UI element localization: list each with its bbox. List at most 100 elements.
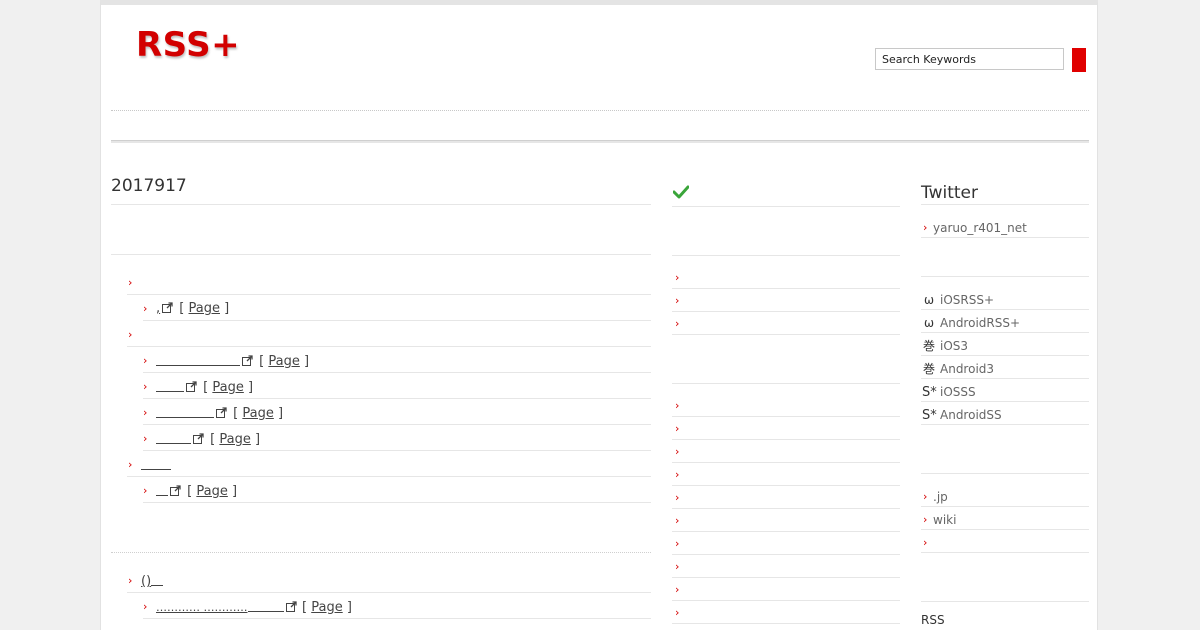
row-divider [143, 398, 651, 399]
row-divider [921, 552, 1089, 553]
chevron-right-icon: › [923, 221, 928, 234]
page-link[interactable]: Page [311, 600, 342, 615]
chevron-right-icon: › [675, 422, 680, 435]
app-label: iOSRSS+ [940, 293, 995, 307]
chevron-right-icon: › [675, 514, 680, 527]
middle-divider [672, 383, 900, 384]
row-divider [672, 600, 900, 601]
app-label: Android3 [940, 362, 995, 376]
page-link[interactable]: Page [196, 484, 227, 499]
chevron-right-icon: › [128, 328, 133, 341]
external-link-icon[interactable] [160, 301, 175, 316]
page-title: 2017917 [111, 176, 187, 196]
external-link-icon[interactable] [191, 432, 206, 447]
middle-divider [672, 255, 900, 256]
row-divider [921, 378, 1089, 379]
external-link-icon[interactable] [184, 380, 199, 395]
row-divider [921, 237, 1089, 238]
feed-item-link[interactable] [156, 483, 168, 496]
app-icon: 巻 [922, 362, 935, 376]
page-link[interactable]: Page [189, 301, 220, 316]
row-divider [921, 355, 1089, 356]
row-divider [127, 592, 651, 593]
chevron-right-icon: › [675, 317, 680, 330]
chevron-right-icon: › [923, 536, 928, 549]
feed-group-title[interactable] [141, 457, 171, 474]
row-divider [921, 506, 1089, 507]
page-link[interactable]: Page [212, 380, 243, 395]
feed-item: [ Page ] [156, 431, 260, 448]
twitter-account-link[interactable]: yaruo_r401_net [933, 221, 1027, 235]
app-icon: 巻 [922, 339, 935, 353]
feed-item-link[interactable] [156, 405, 214, 418]
app-link[interactable]: S* iOSSS [922, 385, 976, 400]
middle-title-underline [672, 206, 900, 207]
row-divider [143, 450, 651, 451]
row-divider [672, 508, 900, 509]
page-link[interactable]: Page [242, 406, 273, 421]
row-divider [672, 531, 900, 532]
chevron-right-icon: › [143, 302, 148, 315]
feed-group-title[interactable]: () [141, 573, 164, 590]
app-link[interactable]: 巻 Android3 [922, 362, 994, 376]
row-divider [143, 424, 651, 425]
sidebar-link[interactable]: .jp [933, 490, 948, 504]
sidebar-title-underline [921, 204, 1089, 205]
app-link[interactable]: S* AndroidSS [922, 408, 1002, 423]
app-link[interactable]: 巻 iOS3 [922, 339, 968, 353]
external-link-icon[interactable] [214, 406, 229, 421]
feed-item-link[interactable]: ………… ………… [156, 601, 248, 614]
sidebar-divider [921, 276, 1089, 277]
header-divider [111, 110, 1089, 111]
app-link[interactable]: ω iOSRSS+ [922, 293, 994, 307]
sidebar-link[interactable]: wiki [933, 513, 956, 527]
external-link-icon[interactable] [168, 484, 183, 499]
app-label: AndroidSS [940, 408, 1002, 422]
page-link[interactable]: Page [219, 432, 250, 447]
row-divider [921, 401, 1089, 402]
section-divider [111, 254, 651, 255]
sidebar-divider [921, 473, 1089, 474]
row-divider [921, 424, 1089, 425]
row-divider [921, 529, 1089, 530]
app-label: iOS3 [940, 339, 969, 353]
app-label: iOSSS [940, 385, 976, 399]
app-label: AndroidRSS+ [940, 316, 1021, 330]
row-divider [143, 320, 651, 321]
row-divider [672, 462, 900, 463]
chevron-right-icon: › [143, 600, 148, 613]
chevron-right-icon: › [128, 276, 133, 289]
site-logo[interactable]: RSS+ [136, 25, 240, 65]
check-icon [672, 184, 690, 203]
feed-item-link[interactable] [156, 353, 240, 366]
row-divider [672, 577, 900, 578]
search-button[interactable] [1072, 48, 1086, 72]
chevron-right-icon: › [675, 606, 680, 619]
row-divider [672, 623, 900, 624]
row-divider [127, 476, 651, 477]
row-divider [672, 334, 900, 335]
rss-title: RSS [921, 613, 945, 627]
chevron-right-icon: › [675, 445, 680, 458]
app-icon: ω [923, 316, 935, 330]
row-divider [921, 309, 1089, 310]
chevron-right-icon: › [923, 490, 928, 503]
feed-item: [ Page ] [156, 379, 253, 396]
feed-item-link[interactable] [156, 431, 191, 444]
chevron-right-icon: › [675, 468, 680, 481]
page-link[interactable]: Page [268, 354, 299, 369]
chevron-right-icon: › [128, 458, 133, 471]
feed-item-link[interactable] [156, 379, 184, 392]
twitter-title: Twitter [921, 183, 978, 203]
app-link[interactable]: ω AndroidRSS+ [922, 316, 1020, 330]
row-divider [672, 554, 900, 555]
chevron-right-icon: › [923, 513, 928, 526]
row-divider [127, 346, 651, 347]
external-link-icon[interactable] [240, 354, 255, 369]
row-divider [672, 416, 900, 417]
row-divider [672, 439, 900, 440]
external-link-icon[interactable] [284, 601, 299, 614]
chevron-right-icon: › [143, 354, 148, 367]
search-input[interactable] [875, 48, 1064, 70]
section-divider [111, 552, 651, 553]
